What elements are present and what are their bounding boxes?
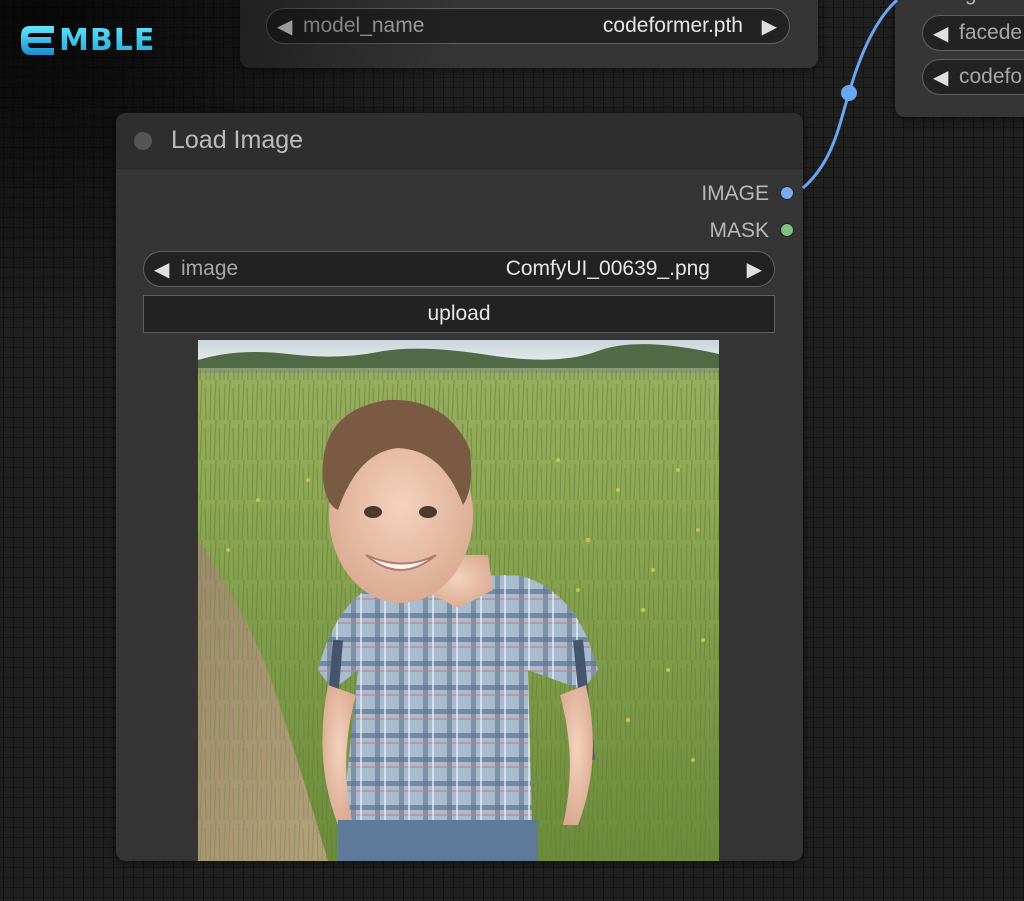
increment-arrow-icon[interactable]: ▶ [747, 257, 762, 282]
output-mask-label: MASK [709, 219, 769, 242]
decrement-arrow-icon[interactable]: ◀ [933, 21, 948, 46]
decrement-arrow-icon[interactable]: ◀ [154, 257, 169, 282]
output-image-label: IMAGE [701, 182, 769, 205]
face-restore-model-node[interactable]: ◀ model_name codeformer.pth ▶ [240, 0, 818, 68]
increment-arrow-icon[interactable]: ▶ [762, 14, 777, 39]
logo-text: MBLE [59, 22, 156, 58]
app-logo: MBLE [18, 18, 155, 62]
model-name-label: model_name [303, 14, 425, 37]
image-combo-label: image [181, 257, 239, 280]
decrement-arrow-icon[interactable]: ◀ [277, 14, 292, 39]
output-mask-slot-icon[interactable] [780, 223, 794, 237]
collapse-dot-icon[interactable] [134, 132, 152, 150]
codeformer-label: codefo [959, 65, 1023, 88]
image-combo-value: ComfyUI_00639_.png [505, 257, 710, 280]
image-combo[interactable]: ◀ image ComfyUI_00639_.png ▶ [143, 251, 775, 287]
facedetection-combo[interactable]: ◀ facede [922, 15, 1024, 51]
node-title: Load Image [171, 126, 304, 154]
facedetection-label: facede [959, 21, 1023, 44]
codeformer-weight-widget[interactable]: ◀ codefo [922, 59, 1024, 95]
face-restore-node[interactable]: image ◀ facede ◀ codefo [895, 0, 1024, 117]
model-name-combo[interactable]: ◀ model_name codeformer.pth ▶ [266, 8, 790, 44]
link-center-dot-icon[interactable] [841, 85, 857, 101]
output-mask[interactable]: MASK [603, 217, 803, 245]
image-preview [198, 340, 719, 861]
logo-e-icon [21, 26, 54, 55]
input-image-label: image [931, 0, 988, 6]
output-image[interactable]: IMAGE [603, 180, 803, 208]
decrement-arrow-icon[interactable]: ◀ [933, 65, 948, 90]
node-graph-canvas[interactable]: ◀ model_name codeformer.pth ▶ image ◀ fa… [0, 0, 1024, 901]
load-image-node[interactable]: Load Image IMAGE MASK ◀ image ComfyUI_00… [116, 113, 803, 861]
model-name-value: codeformer.pth [602, 14, 743, 37]
upload-button[interactable]: upload [143, 295, 775, 333]
output-image-slot-icon[interactable] [780, 186, 794, 200]
node-title-bar[interactable]: Load Image [116, 113, 803, 169]
